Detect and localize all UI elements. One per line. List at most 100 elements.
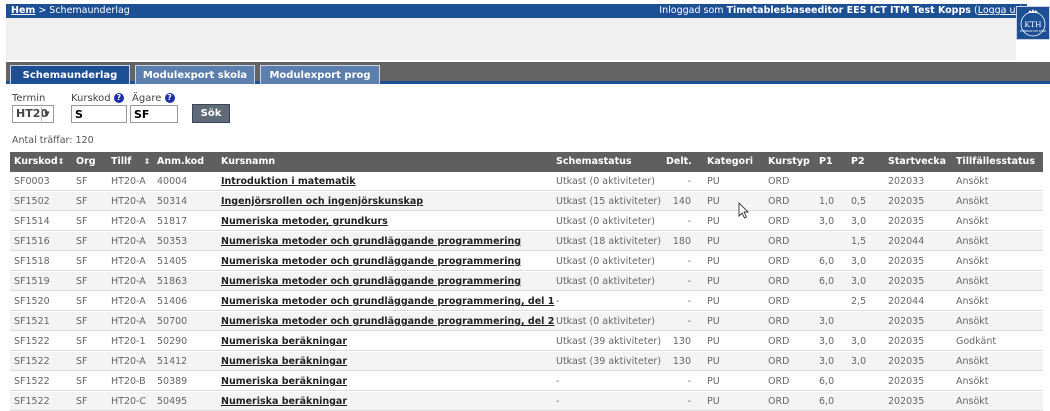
cell-kurstyp: ORD <box>768 296 790 307</box>
cell-anmkod: 50389 <box>157 376 188 387</box>
chevron-down-icon[interactable]: ▼ <box>41 107 52 121</box>
cell-kategori: PU <box>707 216 720 227</box>
cell-startvecka: 202035 <box>888 356 925 367</box>
login-user: Timetablesbaseeditor EES ICT ITM Test Ko… <box>726 5 971 16</box>
cell-p2: 3,0 <box>851 216 867 227</box>
col-startvecka[interactable]: Startvecka <box>888 152 946 172</box>
cell-startvecka: 202035 <box>888 216 925 227</box>
cell-startvecka: 202033 <box>888 176 925 187</box>
col-delt[interactable]: Delt. <box>666 152 692 172</box>
cell-p1: 6,0 <box>819 276 835 287</box>
cell-p1: 3,0 <box>819 336 835 347</box>
cell-kategori: PU <box>707 196 720 207</box>
cell-anmkod: 51406 <box>157 296 188 307</box>
cell-tillf: HT20-A <box>111 256 146 267</box>
cell-kursnamn[interactable]: Introduktion i matematik <box>221 172 356 191</box>
termin-select[interactable]: HT20 ▼ <box>12 105 54 123</box>
cell-org: SF <box>76 276 88 287</box>
agare-help-icon[interactable]: ? <box>164 93 175 103</box>
agare-label: Ägare <box>132 93 162 104</box>
agare-label-group: Ägare ? <box>132 93 175 104</box>
cell-startvecka: 202035 <box>888 336 925 347</box>
cell-anmkod: 51412 <box>157 356 188 367</box>
kurskod-input[interactable] <box>71 105 127 123</box>
logout-link[interactable]: Logga ut <box>978 5 1020 16</box>
cell-delt: - <box>687 396 691 407</box>
agare-input[interactable] <box>130 105 178 123</box>
cell-kurskod: SF0003 <box>14 176 50 187</box>
col-p2[interactable]: P2 <box>851 152 865 172</box>
col-kategori[interactable]: Kategori <box>707 152 753 172</box>
breadcrumb: Hem > Schemaunderlag <box>11 4 130 18</box>
cell-delt: - <box>687 256 691 267</box>
cell-kursnamn[interactable]: Numeriska metoder och grundläggande prog… <box>221 252 521 271</box>
hit-count: Antal träffar: 120 <box>12 135 94 146</box>
cell-kursnamn[interactable]: Numeriska beräkningar <box>221 332 347 351</box>
cell-schemastatus: Utkast (15 aktiviteter) <box>556 196 662 207</box>
logo-subtext: VETENSKAP OCH KONST <box>1020 30 1047 33</box>
cell-anmkod: 51863 <box>157 276 188 287</box>
col-kursnamn[interactable]: Kursnamn <box>221 152 275 172</box>
cell-delt: 140 <box>672 196 691 207</box>
kurskod-help-icon[interactable]: ? <box>113 93 124 103</box>
cell-p2: 1,5 <box>851 236 867 247</box>
tab-modulexport-skola[interactable]: Modulexport skola <box>135 65 255 84</box>
cell-schemastatus: Utkast (39 aktiviteter) <box>556 336 662 347</box>
table-row: SF0003 SF HT20-A 40004 Introduktion i matema… <box>10 172 1043 191</box>
table-row: SF1502 SF HT20-A 50314 Ingenjörsrollen och i… <box>10 192 1043 211</box>
kth-logo[interactable]: KTH VETENSKAP OCH KONST <box>1016 6 1050 40</box>
cell-delt: - <box>687 296 691 307</box>
col-anmkod[interactable]: Anm.kod <box>157 152 204 172</box>
cell-kursnamn[interactable]: Numeriska beräkningar <box>221 392 347 411</box>
cell-kurstyp: ORD <box>768 336 790 347</box>
cell-p2: 2,5 <box>851 296 867 307</box>
col-schemastatus[interactable]: Schemastatus <box>556 152 632 172</box>
cell-kurstyp: ORD <box>768 276 790 287</box>
breadcrumb-home-link[interactable]: Hem <box>11 5 35 16</box>
cell-kurstyp: ORD <box>768 376 790 387</box>
cell-p1: 6,0 <box>819 376 835 387</box>
col-tillf[interactable]: Tillf ⇕ <box>111 152 150 172</box>
cell-kursnamn[interactable]: Numeriska beräkningar <box>221 352 347 371</box>
col-kurstyp[interactable]: Kurstyp <box>768 152 810 172</box>
cell-tillf: HT20-C <box>111 396 147 407</box>
tab-schemaunderlag[interactable]: Schemaunderlag <box>10 65 130 84</box>
col-p1[interactable]: P1 <box>819 152 833 172</box>
cell-p2: 3,0 <box>851 256 867 267</box>
cell-kurskod: SF1522 <box>14 356 50 367</box>
cell-kursnamn[interactable]: Numeriska metoder och grundläggande prog… <box>221 272 521 291</box>
cell-kurskod: SF1521 <box>14 316 50 327</box>
cell-kursnamn[interactable]: Numeriska metoder och grundläggande prog… <box>221 292 554 311</box>
login-status: Inloggad som Timetablesbaseeditor EES IC… <box>659 4 1023 18</box>
cell-kategori: PU <box>707 276 720 287</box>
cell-p1: 6,0 <box>819 256 835 267</box>
sort-icon[interactable]: ⇕ <box>58 157 65 166</box>
cell-kursnamn[interactable]: Numeriska metoder, grundkurs <box>221 212 388 231</box>
tab-modulexport-prog[interactable]: Modulexport prog <box>260 65 380 84</box>
cell-p2: 3,0 <box>851 276 867 287</box>
col-kurskod[interactable]: Kurskod⇕ <box>14 152 64 172</box>
cell-delt: - <box>687 316 691 327</box>
cell-anmkod: 50290 <box>157 336 188 347</box>
cell-org: SF <box>76 316 88 327</box>
cell-kategori: PU <box>707 296 720 307</box>
search-button[interactable]: Sök <box>192 104 230 123</box>
cell-tillfallesstatus: Ansökt <box>956 236 989 247</box>
sort-icon[interactable]: ⇕ <box>144 157 151 166</box>
cell-org: SF <box>76 296 88 307</box>
cell-kursnamn[interactable]: Ingenjörsrollen och ingenjörskunskap <box>221 192 423 211</box>
cell-org: SF <box>76 376 88 387</box>
cell-kursnamn[interactable]: Numeriska metoder och grundläggande prog… <box>221 312 554 331</box>
col-tillfallesstatus[interactable]: Tillfällesstatus <box>956 152 1035 172</box>
cell-tillf: HT20-A <box>111 176 146 187</box>
breadcrumb-current: Schemaunderlag <box>49 5 130 16</box>
cell-kursnamn[interactable]: Numeriska beräkningar <box>221 372 347 391</box>
cell-kategori: PU <box>707 396 720 407</box>
cell-tillfallesstatus: Ansökt <box>956 316 989 327</box>
cell-kursnamn[interactable]: Numeriska metoder och grundläggande prog… <box>221 232 521 251</box>
top-bar: Hem > Schemaunderlag Inloggad som Timeta… <box>6 4 1027 18</box>
col-org[interactable]: Org <box>76 152 96 172</box>
cell-p1: 3,0 <box>819 316 835 327</box>
cell-tillf: HT20-A <box>111 276 146 287</box>
cell-delt: 130 <box>672 356 691 367</box>
